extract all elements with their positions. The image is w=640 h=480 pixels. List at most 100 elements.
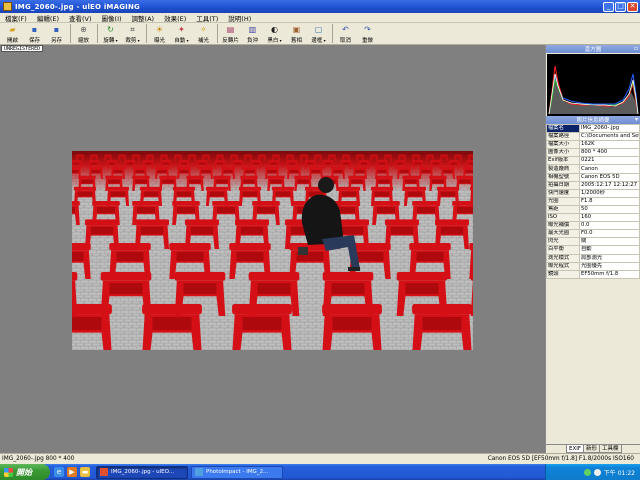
media-player-icon[interactable]: ▶ xyxy=(67,467,77,477)
panel-tab-1[interactable]: 新形 xyxy=(583,445,601,453)
menu-item-0[interactable]: 檔案(F) xyxy=(0,13,32,23)
exif-row[interactable]: Exif版本 0221 xyxy=(546,156,640,166)
exif-key: Exif版本 xyxy=(546,156,580,166)
tool-save-disk-button[interactable]: ▪ 保存 xyxy=(24,23,45,44)
tool-label-text: 補光 xyxy=(197,38,209,44)
status-bar: IMG_2060-.jpg 800 * 400 Canon EOS 5D [EF… xyxy=(0,453,640,464)
histogram-chart xyxy=(547,54,640,116)
tool-label-text: 邊框 xyxy=(311,38,323,44)
image-canvas[interactable]: UNREGISTERED xyxy=(0,45,545,453)
tool-undo-button[interactable]: ↶ 取消 xyxy=(335,23,356,44)
exif-row[interactable]: 最大光圈 F0.0 xyxy=(546,229,640,239)
tool-open-folder-button[interactable]: ▰ 開啟 xyxy=(2,23,23,44)
tool-label: 保存 xyxy=(29,36,40,44)
exif-row[interactable]: 製造廠商 Canon xyxy=(546,164,640,174)
dropdown-arrow-icon[interactable]: ▾ xyxy=(278,38,282,43)
network-icon[interactable] xyxy=(583,468,591,476)
maximize-button[interactable]: □ xyxy=(615,1,626,12)
folder-icon[interactable]: ▬ xyxy=(80,467,90,477)
exposure-icon: ☀ xyxy=(155,24,164,34)
tool-old-photo-button[interactable]: ▣ 舊相 xyxy=(286,23,307,44)
collapse-icon[interactable]: ▾ xyxy=(635,116,638,123)
exif-row[interactable]: 快門速度 1/2000秒 xyxy=(546,188,640,198)
exif-key: 製造廠商 xyxy=(546,164,580,174)
toolbar-separator xyxy=(70,24,71,43)
menu-item-5[interactable]: 效果(E) xyxy=(159,13,191,23)
exif-row[interactable]: 焦距 50 xyxy=(546,204,640,215)
tool-redo-button[interactable]: ↷ 重做 xyxy=(357,23,378,44)
exif-value: 162K xyxy=(579,140,640,150)
taskbar-window-label: PhotoImpact - IMG_2... xyxy=(206,469,269,475)
tool-rotate-button[interactable]: ↻ 旋轉 ▾ xyxy=(100,23,121,44)
volume-icon[interactable] xyxy=(593,468,601,476)
tool-exposure-button[interactable]: ☀ 曝光 xyxy=(149,23,170,44)
minimize-button[interactable]: _ xyxy=(603,1,614,12)
black-white-icon: ◐ xyxy=(271,24,278,34)
panel-tab-2[interactable]: 工具欄 xyxy=(599,445,622,453)
tool-auto-button[interactable]: ✦ 自動 ▾ xyxy=(171,23,192,44)
tool-label: 縮放 xyxy=(78,36,89,44)
redo-icon: ↷ xyxy=(364,24,371,34)
tool-fill-light-button[interactable]: ✧ 補光 xyxy=(193,23,214,44)
exif-row[interactable]: 相機型號 Canon EOS 5D xyxy=(546,172,640,182)
taskbar-window-button[interactable]: PhotoImpact - IMG_2... xyxy=(191,465,283,479)
exif-key: 圖像大小 xyxy=(546,148,580,158)
toolbar-separator xyxy=(146,24,147,43)
exif-row[interactable]: 曝光補償 0.0 xyxy=(546,221,640,231)
exif-row[interactable]: 白平衡 自動 xyxy=(546,245,640,255)
exif-row[interactable]: 圖像大小 800 * 400 xyxy=(546,148,640,158)
tool-zoom-button[interactable]: ⊕ 縮放 xyxy=(73,23,94,44)
taskbar-window-button[interactable]: IMG_2060-.jpg - ulEO... xyxy=(96,465,188,479)
menu-item-4[interactable]: 調整(A) xyxy=(127,13,160,23)
person-part xyxy=(298,247,308,255)
save-disk-icon: ▪ xyxy=(31,24,38,34)
exif-row[interactable]: 檔案名 IMG_2060-.jpg xyxy=(546,123,640,134)
dropdown-arrow-icon[interactable]: ▾ xyxy=(136,38,140,43)
exif-value: C:\Documents and Setting xyxy=(579,132,640,142)
exif-key: 鏡頭 xyxy=(546,269,580,279)
start-button[interactable]: 開始 xyxy=(0,464,50,480)
exif-row[interactable]: 鏡頭 EF50mm f/1.8 xyxy=(546,269,640,279)
tool-black-white-button[interactable]: ◐ 黑白 ▾ xyxy=(264,23,285,44)
exif-row[interactable]: 檔案路徑C:\Documents and Setting xyxy=(546,132,640,142)
exif-row[interactable]: 閃光關 xyxy=(546,237,640,247)
menu-item-7[interactable]: 說明(H) xyxy=(223,13,256,23)
exif-row[interactable]: 測光模式 局部測光 xyxy=(546,253,640,263)
menu-item-2[interactable]: 查看(V) xyxy=(64,13,97,23)
panel-tab-0[interactable]: EXIF xyxy=(566,445,585,453)
info-title: 照片信息摘要 xyxy=(576,118,610,124)
dropdown-arrow-icon[interactable]: ▾ xyxy=(114,38,118,43)
tool-label-text: 曝光 xyxy=(153,38,165,44)
exif-row[interactable]: 檔案大小 162K xyxy=(546,140,640,150)
dropdown-arrow-icon[interactable]: ▾ xyxy=(185,38,189,43)
unregistered-tag: UNREGISTERED xyxy=(1,45,44,52)
dropdown-arrow-icon[interactable]: ▾ xyxy=(322,38,326,43)
exif-key: ISO xyxy=(546,213,580,223)
menu-item-6[interactable]: 工具(T) xyxy=(191,13,223,23)
tool-label-text: 負沖 xyxy=(246,38,258,44)
tool-frame-button[interactable]: ▢ 邊框 ▾ xyxy=(308,23,329,44)
exif-row[interactable]: 拍攝日期 2005:12:17 12:12:27 xyxy=(546,180,640,190)
exif-value: 關 xyxy=(579,237,640,247)
tool-crop-button[interactable]: ⌗ 裁剪 ▾ xyxy=(122,23,143,44)
close-button[interactable]: ✕ xyxy=(627,1,638,12)
undo-icon: ↶ xyxy=(342,24,349,34)
tool-save-as-button[interactable]: ▪ 另存 xyxy=(46,23,67,44)
exif-row[interactable]: 光圈 F1.8 xyxy=(546,196,640,206)
tool-label-text: 旋轉 xyxy=(103,38,115,44)
tool-label-text: 反轉片 xyxy=(222,38,239,44)
exif-key: 白平衡 xyxy=(546,245,580,255)
pin-icon[interactable]: ▫ xyxy=(634,45,638,52)
exif-row[interactable]: 曝光程式 光圈優先 xyxy=(546,261,640,271)
tool-slide-film-button[interactable]: ▤ 反轉片 xyxy=(220,23,241,44)
photo-illustration xyxy=(72,151,473,350)
exif-value: F1.8 xyxy=(579,196,640,206)
tool-label: 開啟 xyxy=(7,36,18,44)
rotate-icon: ↻ xyxy=(107,24,114,34)
tool-cross-process-button[interactable]: ▥ 負沖 xyxy=(242,23,263,44)
menu-item-3[interactable]: 圖像(I) xyxy=(97,13,127,23)
exif-row[interactable]: ISO 160 xyxy=(546,213,640,223)
browser-icon[interactable]: e xyxy=(54,467,64,477)
photo-image[interactable] xyxy=(72,151,473,350)
menu-item-1[interactable]: 編輯(E) xyxy=(32,13,64,23)
